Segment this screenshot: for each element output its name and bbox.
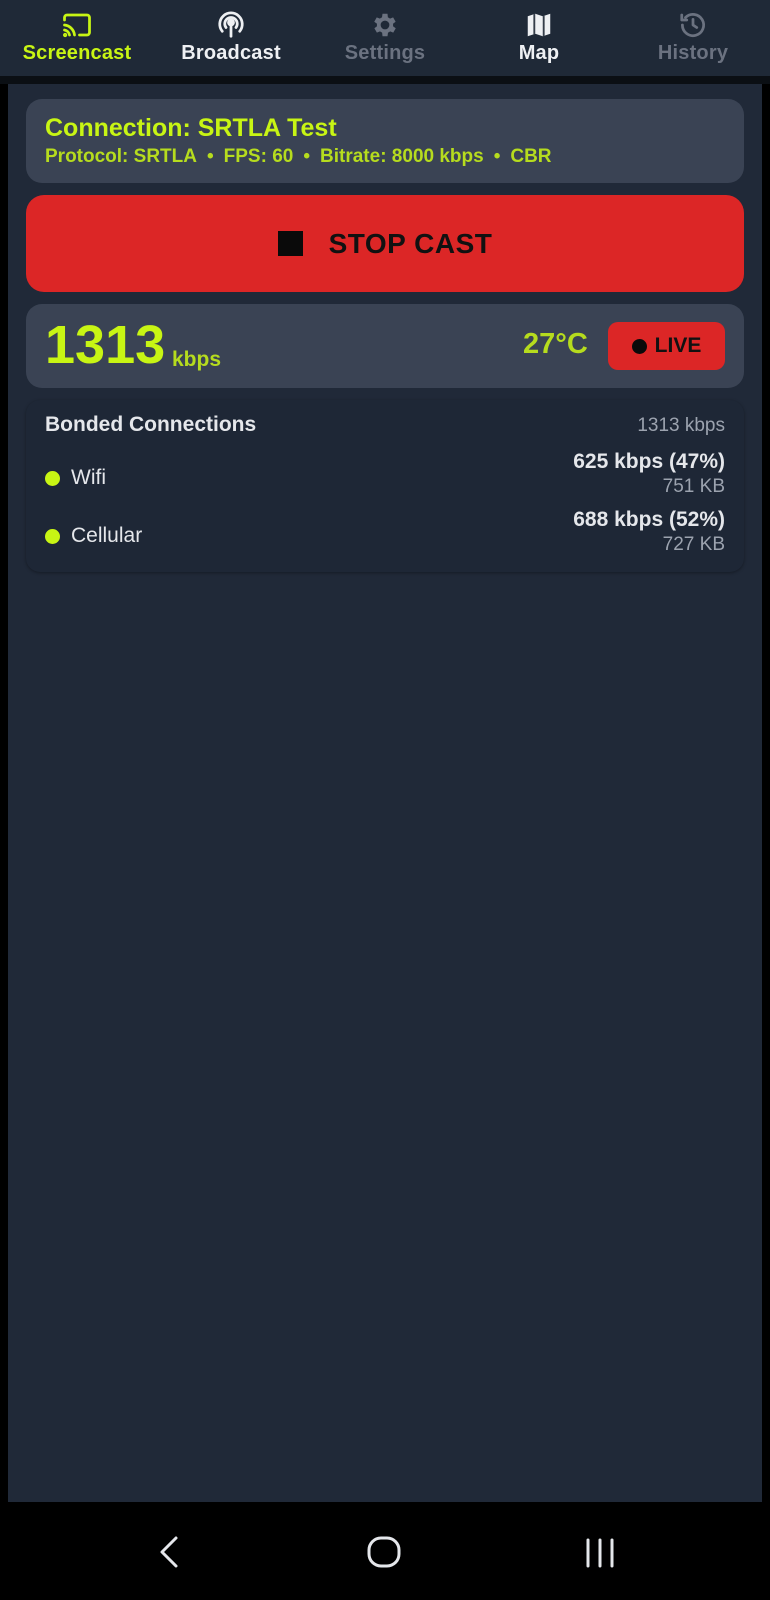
live-badge: LIVE xyxy=(608,322,725,370)
stop-cast-button[interactable]: STOP CAST xyxy=(26,195,744,292)
tab-screencast-label: Screencast xyxy=(22,42,132,64)
bonded-connections-card: Bonded Connections 1313 kbps Wifi 625 kb… xyxy=(26,400,744,572)
live-stats-card: 1313 kbps 27°C LIVE xyxy=(26,304,744,388)
bonded-total-bitrate: 1313 kbps xyxy=(637,415,725,436)
bitrate-setting-text: Bitrate: 8000 kbps xyxy=(320,146,484,167)
rate-mode-text: CBR xyxy=(510,146,552,167)
system-navigation-bar xyxy=(0,1502,770,1600)
tab-history-label: History xyxy=(657,42,729,64)
tab-map[interactable]: Map xyxy=(462,0,616,76)
gear-icon xyxy=(368,10,402,40)
broadcast-icon xyxy=(214,10,248,40)
tab-history[interactable]: History xyxy=(616,0,770,76)
list-item: Cellular 688 kbps (52%) 727 KB xyxy=(26,506,744,556)
connection-name: Cellular xyxy=(71,524,143,547)
connection-title: Connection: SRTLA Test xyxy=(45,114,337,142)
home-icon[interactable] xyxy=(364,1532,404,1572)
tab-map-label: Map xyxy=(518,42,560,64)
top-tab-bar: Screencast Broadcast Settings Map Histor… xyxy=(0,0,770,76)
separator-dot: • xyxy=(493,146,501,167)
main-content: Connection: SRTLA Test Protocol: SRTLA • F… xyxy=(8,84,762,1502)
connection-card: Connection: SRTLA Test Protocol: SRTLA • F… xyxy=(26,99,744,183)
protocol-text: Protocol: SRTLA xyxy=(45,146,197,167)
tab-bar-divider xyxy=(0,76,770,84)
recents-icon[interactable] xyxy=(580,1532,620,1572)
tab-settings[interactable]: Settings xyxy=(308,0,462,76)
tab-broadcast-label: Broadcast xyxy=(181,42,281,64)
separator-dot: • xyxy=(207,146,214,167)
map-icon xyxy=(522,10,556,40)
connection-bytes: 751 KB xyxy=(662,476,725,497)
stop-icon xyxy=(277,231,303,256)
bonded-connections-title: Bonded Connections xyxy=(45,413,257,436)
tab-settings-label: Settings xyxy=(344,42,426,64)
back-icon[interactable] xyxy=(150,1532,190,1572)
separator-dot: • xyxy=(303,146,311,167)
tab-broadcast[interactable]: Broadcast xyxy=(154,0,308,76)
cast-icon xyxy=(60,10,94,40)
live-dot-icon xyxy=(631,338,647,354)
connection-rate: 625 kbps (47%) xyxy=(573,450,725,473)
connection-rate: 688 kbps (52%) xyxy=(573,508,725,531)
device-temperature: 27°C xyxy=(523,328,588,360)
connection-name: Wifi xyxy=(71,466,106,489)
current-bitrate-unit: kbps xyxy=(172,348,222,371)
list-item: Wifi 625 kbps (47%) 751 KB xyxy=(26,448,744,498)
live-label: LIVE xyxy=(654,334,702,357)
fps-text: FPS: 60 xyxy=(223,146,294,167)
status-dot-icon xyxy=(45,529,60,544)
status-dot-icon xyxy=(45,471,60,486)
tab-screencast[interactable]: Screencast xyxy=(0,0,154,76)
connection-details: Protocol: SRTLA • FPS: 60 • Bitrate: 8000 kb… xyxy=(45,145,725,169)
current-bitrate-value: 1313 xyxy=(45,315,166,375)
stop-cast-label: STOP CAST xyxy=(328,227,493,259)
history-icon xyxy=(676,10,710,40)
connection-bytes: 727 KB xyxy=(662,534,725,555)
